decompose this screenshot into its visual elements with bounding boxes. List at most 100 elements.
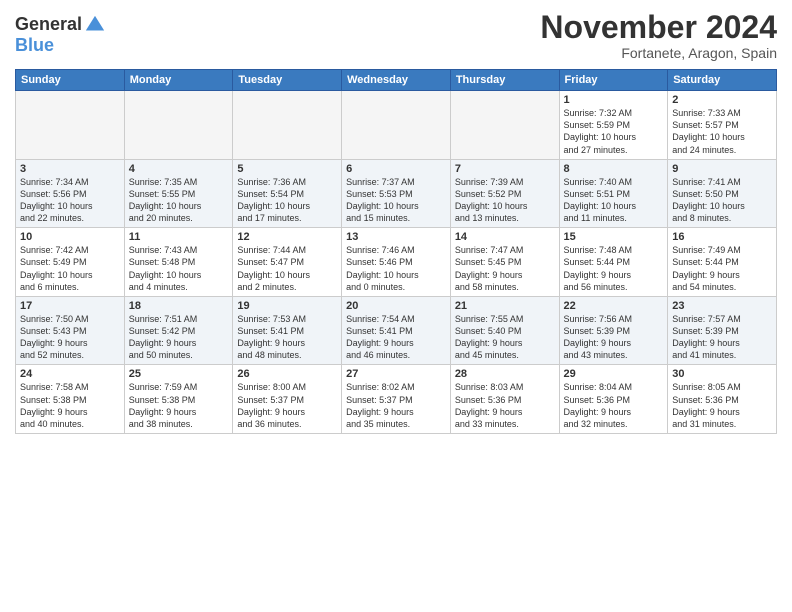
table-row: 1Sunrise: 7:32 AM Sunset: 5:59 PM Daylig…	[559, 91, 668, 160]
page: General Blue November 2024 Fortanete, Ar…	[0, 0, 792, 612]
table-row: 3Sunrise: 7:34 AM Sunset: 5:56 PM Daylig…	[16, 159, 125, 228]
table-row: 30Sunrise: 8:05 AM Sunset: 5:36 PM Dayli…	[668, 365, 777, 434]
day-info: Sunrise: 8:04 AM Sunset: 5:36 PM Dayligh…	[564, 381, 664, 430]
table-row: 8Sunrise: 7:40 AM Sunset: 5:51 PM Daylig…	[559, 159, 668, 228]
day-info: Sunrise: 7:48 AM Sunset: 5:44 PM Dayligh…	[564, 244, 664, 293]
day-number: 26	[237, 368, 337, 380]
table-row: 22Sunrise: 7:56 AM Sunset: 5:39 PM Dayli…	[559, 296, 668, 365]
table-row: 19Sunrise: 7:53 AM Sunset: 5:41 PM Dayli…	[233, 296, 342, 365]
table-row: 16Sunrise: 7:49 AM Sunset: 5:44 PM Dayli…	[668, 228, 777, 297]
day-info: Sunrise: 7:57 AM Sunset: 5:39 PM Dayligh…	[672, 313, 772, 362]
table-row: 7Sunrise: 7:39 AM Sunset: 5:52 PM Daylig…	[450, 159, 559, 228]
day-number: 30	[672, 368, 772, 380]
table-row: 24Sunrise: 7:58 AM Sunset: 5:38 PM Dayli…	[16, 365, 125, 434]
table-row: 26Sunrise: 8:00 AM Sunset: 5:37 PM Dayli…	[233, 365, 342, 434]
table-row	[342, 91, 451, 160]
table-row: 14Sunrise: 7:47 AM Sunset: 5:45 PM Dayli…	[450, 228, 559, 297]
day-info: Sunrise: 7:33 AM Sunset: 5:57 PM Dayligh…	[672, 107, 772, 156]
logo: General Blue	[15, 14, 106, 56]
day-info: Sunrise: 7:43 AM Sunset: 5:48 PM Dayligh…	[129, 244, 229, 293]
calendar-header-row: Sunday Monday Tuesday Wednesday Thursday…	[16, 70, 777, 91]
table-row	[124, 91, 233, 160]
location-subtitle: Fortanete, Aragon, Spain	[540, 45, 777, 61]
day-number: 2	[672, 94, 772, 106]
title-block: November 2024 Fortanete, Aragon, Spain	[540, 10, 777, 61]
day-info: Sunrise: 7:35 AM Sunset: 5:55 PM Dayligh…	[129, 176, 229, 225]
table-row: 17Sunrise: 7:50 AM Sunset: 5:43 PM Dayli…	[16, 296, 125, 365]
table-row: 11Sunrise: 7:43 AM Sunset: 5:48 PM Dayli…	[124, 228, 233, 297]
header-saturday: Saturday	[668, 70, 777, 91]
calendar-row-2: 3Sunrise: 7:34 AM Sunset: 5:56 PM Daylig…	[16, 159, 777, 228]
day-number: 8	[564, 163, 664, 175]
header-tuesday: Tuesday	[233, 70, 342, 91]
day-number: 5	[237, 163, 337, 175]
day-number: 1	[564, 94, 664, 106]
logo-blue-text: Blue	[15, 36, 106, 56]
table-row: 23Sunrise: 7:57 AM Sunset: 5:39 PM Dayli…	[668, 296, 777, 365]
header: General Blue November 2024 Fortanete, Ar…	[15, 10, 777, 61]
table-row	[233, 91, 342, 160]
table-row: 25Sunrise: 7:59 AM Sunset: 5:38 PM Dayli…	[124, 365, 233, 434]
table-row: 13Sunrise: 7:46 AM Sunset: 5:46 PM Dayli…	[342, 228, 451, 297]
day-info: Sunrise: 7:40 AM Sunset: 5:51 PM Dayligh…	[564, 176, 664, 225]
day-number: 20	[346, 300, 446, 312]
day-info: Sunrise: 7:59 AM Sunset: 5:38 PM Dayligh…	[129, 381, 229, 430]
day-info: Sunrise: 7:46 AM Sunset: 5:46 PM Dayligh…	[346, 244, 446, 293]
table-row: 15Sunrise: 7:48 AM Sunset: 5:44 PM Dayli…	[559, 228, 668, 297]
day-number: 28	[455, 368, 555, 380]
calendar-row-4: 17Sunrise: 7:50 AM Sunset: 5:43 PM Dayli…	[16, 296, 777, 365]
logo-icon	[84, 14, 106, 36]
day-info: Sunrise: 7:36 AM Sunset: 5:54 PM Dayligh…	[237, 176, 337, 225]
day-number: 22	[564, 300, 664, 312]
day-number: 13	[346, 231, 446, 243]
day-number: 23	[672, 300, 772, 312]
header-wednesday: Wednesday	[342, 70, 451, 91]
table-row: 20Sunrise: 7:54 AM Sunset: 5:41 PM Dayli…	[342, 296, 451, 365]
day-info: Sunrise: 7:55 AM Sunset: 5:40 PM Dayligh…	[455, 313, 555, 362]
day-info: Sunrise: 7:39 AM Sunset: 5:52 PM Dayligh…	[455, 176, 555, 225]
table-row: 27Sunrise: 8:02 AM Sunset: 5:37 PM Dayli…	[342, 365, 451, 434]
table-row: 4Sunrise: 7:35 AM Sunset: 5:55 PM Daylig…	[124, 159, 233, 228]
table-row: 18Sunrise: 7:51 AM Sunset: 5:42 PM Dayli…	[124, 296, 233, 365]
day-number: 27	[346, 368, 446, 380]
day-info: Sunrise: 7:58 AM Sunset: 5:38 PM Dayligh…	[20, 381, 120, 430]
table-row: 5Sunrise: 7:36 AM Sunset: 5:54 PM Daylig…	[233, 159, 342, 228]
day-number: 21	[455, 300, 555, 312]
logo-text: General	[15, 15, 82, 35]
day-info: Sunrise: 7:53 AM Sunset: 5:41 PM Dayligh…	[237, 313, 337, 362]
day-info: Sunrise: 7:56 AM Sunset: 5:39 PM Dayligh…	[564, 313, 664, 362]
day-info: Sunrise: 7:41 AM Sunset: 5:50 PM Dayligh…	[672, 176, 772, 225]
header-monday: Monday	[124, 70, 233, 91]
day-info: Sunrise: 7:44 AM Sunset: 5:47 PM Dayligh…	[237, 244, 337, 293]
table-row: 6Sunrise: 7:37 AM Sunset: 5:53 PM Daylig…	[342, 159, 451, 228]
day-info: Sunrise: 7:50 AM Sunset: 5:43 PM Dayligh…	[20, 313, 120, 362]
day-number: 16	[672, 231, 772, 243]
day-number: 25	[129, 368, 229, 380]
day-number: 9	[672, 163, 772, 175]
day-number: 12	[237, 231, 337, 243]
day-number: 18	[129, 300, 229, 312]
day-number: 10	[20, 231, 120, 243]
day-info: Sunrise: 7:49 AM Sunset: 5:44 PM Dayligh…	[672, 244, 772, 293]
calendar-table: Sunday Monday Tuesday Wednesday Thursday…	[15, 69, 777, 434]
day-number: 29	[564, 368, 664, 380]
table-row: 10Sunrise: 7:42 AM Sunset: 5:49 PM Dayli…	[16, 228, 125, 297]
day-number: 14	[455, 231, 555, 243]
table-row: 29Sunrise: 8:04 AM Sunset: 5:36 PM Dayli…	[559, 365, 668, 434]
table-row	[450, 91, 559, 160]
table-row: 28Sunrise: 8:03 AM Sunset: 5:36 PM Dayli…	[450, 365, 559, 434]
day-info: Sunrise: 7:37 AM Sunset: 5:53 PM Dayligh…	[346, 176, 446, 225]
day-info: Sunrise: 8:05 AM Sunset: 5:36 PM Dayligh…	[672, 381, 772, 430]
day-number: 17	[20, 300, 120, 312]
day-info: Sunrise: 8:00 AM Sunset: 5:37 PM Dayligh…	[237, 381, 337, 430]
day-info: Sunrise: 8:02 AM Sunset: 5:37 PM Dayligh…	[346, 381, 446, 430]
day-number: 19	[237, 300, 337, 312]
table-row: 2Sunrise: 7:33 AM Sunset: 5:57 PM Daylig…	[668, 91, 777, 160]
day-number: 6	[346, 163, 446, 175]
day-info: Sunrise: 7:51 AM Sunset: 5:42 PM Dayligh…	[129, 313, 229, 362]
table-row: 9Sunrise: 7:41 AM Sunset: 5:50 PM Daylig…	[668, 159, 777, 228]
day-number: 11	[129, 231, 229, 243]
day-info: Sunrise: 7:47 AM Sunset: 5:45 PM Dayligh…	[455, 244, 555, 293]
calendar-row-1: 1Sunrise: 7:32 AM Sunset: 5:59 PM Daylig…	[16, 91, 777, 160]
header-thursday: Thursday	[450, 70, 559, 91]
